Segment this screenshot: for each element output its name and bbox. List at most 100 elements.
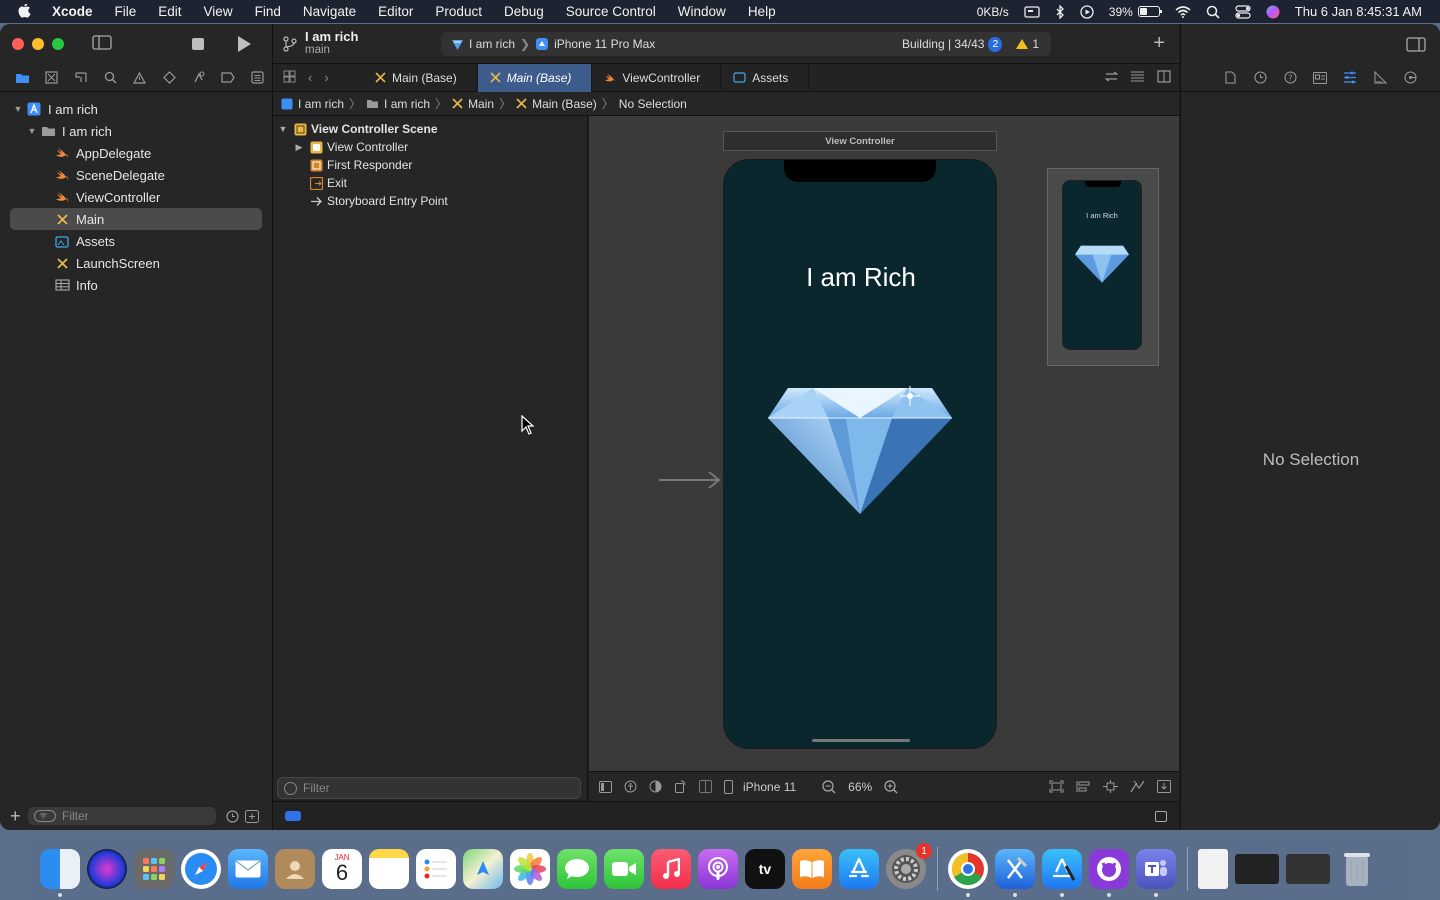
tab-main-base[interactable]: Main (Base) [363, 63, 478, 92]
tab-viewcontroller[interactable]: ViewController [592, 63, 722, 92]
recent-window-thumbnail-icon[interactable] [1235, 854, 1279, 884]
identity-inspector-icon[interactable] [1305, 71, 1335, 84]
app-store-icon[interactable] [839, 849, 879, 889]
tab-main-base-active[interactable]: Main (Base) [477, 63, 593, 92]
attributes-inspector-icon[interactable] [1335, 71, 1365, 84]
inspector-toggle-icon[interactable] [1406, 36, 1426, 52]
hierarchy-icon[interactable] [67, 71, 96, 84]
find-icon[interactable] [96, 71, 125, 84]
menu-product[interactable]: Product [435, 4, 482, 19]
menu-find[interactable]: Find [255, 4, 281, 19]
close-window-button[interactable] [12, 38, 24, 50]
test-icon[interactable] [155, 71, 184, 84]
zoom-window-button[interactable] [52, 38, 64, 50]
crumb-main[interactable]: Main [452, 97, 494, 111]
books-icon[interactable] [792, 849, 832, 889]
network-speed[interactable]: 0KB/s [977, 5, 1009, 19]
menu-view[interactable]: View [204, 4, 233, 19]
reminders-icon[interactable] [416, 849, 456, 889]
xcode-beta-icon[interactable] [1042, 849, 1082, 897]
spotlight-search-icon[interactable] [1206, 5, 1220, 19]
run-button[interactable] [238, 36, 251, 52]
zoom-in-icon[interactable] [884, 779, 898, 794]
device-selector[interactable]: iPhone 11 Pro Max [535, 37, 655, 51]
photos-icon[interactable] [510, 849, 550, 889]
outline-view-controller[interactable]: ▶ View Controller [273, 138, 587, 156]
display-icon[interactable] [1024, 5, 1040, 18]
minimize-window-button[interactable] [32, 38, 44, 50]
embed-in-icon[interactable] [1157, 780, 1171, 793]
history-inspector-icon[interactable] [1245, 71, 1275, 84]
teams-icon[interactable] [1136, 849, 1176, 897]
play-circle-icon[interactable] [1080, 4, 1094, 19]
pdf-document-icon[interactable] [1198, 849, 1228, 889]
crumb-main-base[interactable]: Main (Base) [516, 97, 597, 111]
battery-percent[interactable]: 39% [1109, 5, 1133, 19]
tree-row-launchscreen[interactable]: LaunchScreen [0, 252, 272, 274]
messages-icon[interactable] [557, 849, 597, 889]
system-preferences-icon[interactable]: 1 [886, 843, 932, 889]
outline-filter-input[interactable]: Filter [277, 777, 581, 799]
trash-icon[interactable] [1337, 849, 1377, 889]
menu-window[interactable]: Window [678, 4, 726, 19]
siri-app-icon[interactable] [87, 849, 127, 889]
tree-row-info[interactable]: Info [0, 274, 272, 296]
report-icon[interactable] [243, 71, 272, 84]
file-inspector-icon[interactable] [1215, 71, 1245, 84]
menu-edit[interactable]: Edit [158, 4, 181, 19]
tree-row-scenedelegate[interactable]: SceneDelegate [0, 164, 272, 186]
connections-inspector-icon[interactable] [1395, 71, 1425, 84]
source-control-filter-icon[interactable] [245, 809, 259, 823]
xcode-window-thumbnail-icon[interactable] [1286, 854, 1330, 884]
dynamic-type-icon[interactable] [699, 780, 712, 793]
crumb-selection[interactable]: No Selection [619, 97, 687, 111]
entry-point-arrow-icon[interactable] [659, 470, 721, 490]
add-constraints-icon[interactable] [1103, 780, 1118, 793]
menu-debug[interactable]: Debug [504, 4, 544, 19]
swap-icon[interactable] [1104, 71, 1119, 85]
siri-icon[interactable] [1266, 5, 1280, 19]
menu-source-control[interactable]: Source Control [566, 4, 656, 19]
apple-menu-icon[interactable] [18, 3, 34, 20]
canvas-minimap[interactable]: I am Rich [1047, 168, 1159, 366]
zoom-level[interactable]: 66% [848, 780, 872, 794]
outline-scene[interactable]: ▼ View Controller Scene [273, 120, 587, 138]
menu-clock[interactable]: Thu 6 Jan 8:45:31 AM [1295, 4, 1422, 19]
issue-icon[interactable] [125, 71, 154, 84]
control-center-icon[interactable] [1235, 4, 1251, 19]
related-items-icon[interactable] [283, 70, 296, 86]
navigator-filter-input[interactable]: Filter [28, 807, 216, 825]
add-library-button[interactable]: + [1153, 33, 1165, 53]
appearance-icon[interactable] [649, 780, 662, 793]
maps-icon[interactable] [463, 849, 503, 889]
size-inspector-icon[interactable] [1365, 71, 1395, 84]
menu-file[interactable]: File [115, 4, 137, 19]
align-icon[interactable] [1076, 780, 1091, 793]
menu-editor[interactable]: Editor [378, 4, 413, 19]
split-editor-icon[interactable] [1157, 69, 1171, 86]
tree-row-project[interactable]: ▼ I am rich [0, 98, 272, 120]
bluetooth-icon[interactable] [1055, 4, 1065, 19]
update-frames-icon[interactable] [1049, 780, 1064, 793]
battery-icon[interactable] [1137, 6, 1162, 17]
sidebar-toggle-icon[interactable] [92, 35, 112, 53]
tab-assets[interactable]: Assets [721, 63, 810, 92]
safari-icon[interactable] [181, 849, 221, 889]
recent-files-icon[interactable] [226, 809, 239, 823]
orientation-icon[interactable] [674, 780, 687, 793]
tree-row-main[interactable]: Main [10, 208, 262, 230]
finder-icon[interactable] [40, 849, 80, 897]
debug-icon[interactable] [184, 71, 213, 84]
chrome-icon[interactable] [948, 849, 988, 897]
menu-help[interactable]: Help [748, 4, 776, 19]
tree-row-appdelegate[interactable]: AppDelegate [0, 142, 272, 164]
podcasts-icon[interactable] [698, 849, 738, 889]
quick-help-icon[interactable]: ? [1275, 71, 1305, 84]
add-file-button[interactable]: + [10, 806, 26, 827]
back-icon[interactable]: ‹ [308, 70, 312, 85]
storyboard-canvas[interactable]: View Controller I am Rich I am Rich [589, 116, 1179, 771]
diamond-image[interactable] [768, 380, 952, 520]
facetime-icon[interactable] [604, 849, 644, 889]
forward-icon[interactable]: › [324, 70, 328, 85]
accessibility-icon[interactable] [624, 780, 637, 793]
